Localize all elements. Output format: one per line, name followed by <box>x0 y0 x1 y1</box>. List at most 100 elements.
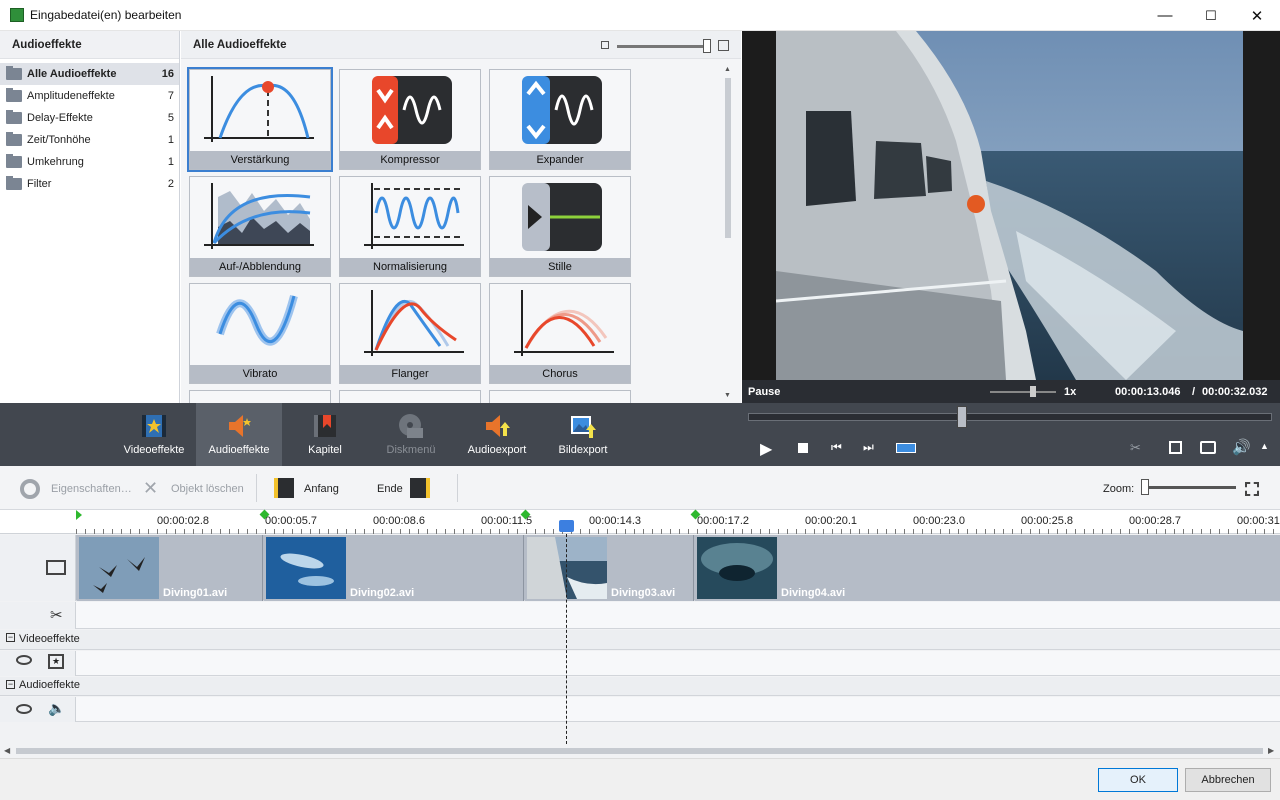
scissors-icon: ✂ <box>50 607 63 624</box>
properties-button[interactable]: Eigenschaften… <box>51 483 132 495</box>
effects-scrollbar[interactable]: ▲ ▼ <box>723 66 733 402</box>
small-size-icon[interactable] <box>601 41 609 49</box>
video-effects-button[interactable]: Videoeffekte <box>112 403 196 466</box>
video-effects-group[interactable]: − Videoeffekte <box>0 630 1280 650</box>
stop-icon[interactable] <box>798 443 808 453</box>
fullscreen-icon[interactable] <box>1169 441 1182 454</box>
effect-tile-normalize[interactable]: Normalisierung <box>339 176 481 277</box>
audio-effects-icon <box>225 412 253 440</box>
speed-slider[interactable] <box>990 391 1056 393</box>
category-item-all[interactable]: Alle Audioeffekte 16 <box>0 63 179 85</box>
audio-export-button[interactable]: Audioexport <box>454 403 540 466</box>
audio-effects-button[interactable]: Audioeffekte <box>196 403 282 466</box>
time-separator: / <box>1192 386 1196 398</box>
timeline-scrollbar[interactable] <box>16 748 1263 754</box>
scroll-left-icon[interactable]: ◀ <box>4 746 10 755</box>
folder-icon <box>6 132 22 146</box>
fit-zoom-icon[interactable] <box>1245 482 1259 496</box>
folder-icon <box>6 88 22 102</box>
volume-menu-icon[interactable]: ▲ <box>1260 441 1269 451</box>
playhead-handle[interactable] <box>559 520 574 532</box>
category-item-amplitude[interactable]: Amplitudeneffekte 7 <box>0 85 179 107</box>
eye-icon[interactable] <box>16 704 32 714</box>
effect-tile-partial[interactable] <box>339 390 481 403</box>
effect-tile-kompressor[interactable]: Kompressor <box>339 69 481 170</box>
zoom-slider-thumb[interactable] <box>1141 479 1149 495</box>
current-time: 00:00:13.046 <box>1115 386 1181 398</box>
end-button[interactable]: Ende <box>377 483 403 495</box>
normalize-icon <box>364 183 464 249</box>
ok-button[interactable]: OK <box>1098 768 1178 792</box>
category-count: 2 <box>167 178 174 190</box>
play-icon[interactable]: ▶ <box>760 439 772 459</box>
image-export-icon <box>569 412 597 440</box>
tile-size-slider-thumb[interactable] <box>703 39 711 53</box>
category-item-delay[interactable]: Delay-Effekte 5 <box>0 107 179 129</box>
preview-seek-bar[interactable] <box>748 413 1272 421</box>
clip-name: Diving04.avi <box>781 587 846 599</box>
effect-tile-fade[interactable]: Auf-/Abblendung <box>189 176 331 277</box>
category-label: Alle Audioeffekte <box>27 68 117 80</box>
compressor-icon <box>372 76 452 144</box>
chorus-icon <box>514 290 614 356</box>
large-size-icon[interactable] <box>718 40 729 51</box>
audio-fx-icon: 🔈 <box>48 700 66 716</box>
loop-icon[interactable] <box>896 443 916 453</box>
snapshot-icon[interactable] <box>1200 441 1216 454</box>
minimize-button[interactable]: — <box>1142 0 1188 31</box>
clip-diving01[interactable]: Diving01.avi <box>77 535 263 601</box>
scroll-down-icon[interactable]: ▼ <box>724 392 731 399</box>
flanger-icon <box>364 290 464 356</box>
effect-tile-flanger[interactable]: Flanger <box>339 283 481 384</box>
maximize-button[interactable]: ☐ <box>1188 0 1234 31</box>
category-item-filter[interactable]: Filter 2 <box>0 173 179 195</box>
scroll-thumb[interactable] <box>725 78 731 238</box>
scroll-up-icon[interactable]: ▲ <box>724 66 731 73</box>
seek-bar-thumb[interactable] <box>957 406 967 428</box>
previous-frame-icon[interactable]: ⏮ <box>831 440 842 455</box>
effect-tile-partial[interactable] <box>489 390 631 403</box>
video-effects-group-label: Videoeffekte <box>19 633 80 645</box>
volume-icon[interactable]: 🔊 <box>1232 438 1251 456</box>
cancel-button[interactable]: Abbrechen <box>1185 768 1271 792</box>
delete-object-button[interactable]: Objekt löschen <box>171 483 244 495</box>
toolbar-label: Bildexport <box>558 444 608 456</box>
timeline-ruler[interactable]: 00:00:02.8 00:00:05.7 00:00:08.6 00:00:1… <box>0 509 1280 534</box>
start-button[interactable]: Anfang <box>304 483 339 495</box>
collapse-icon[interactable]: − <box>6 633 15 642</box>
clip-diving04[interactable]: Diving04.avi <box>695 535 1280 601</box>
effect-label: Kompressor <box>340 151 480 169</box>
audio-effects-group[interactable]: − Audioeffekte <box>0 677 1280 696</box>
clip-thumbnail <box>697 537 777 599</box>
next-frame-icon[interactable]: ⏭ <box>863 440 874 455</box>
image-export-button[interactable]: Bildexport <box>540 403 626 466</box>
collapse-icon[interactable]: − <box>6 680 15 689</box>
category-count: 16 <box>161 68 174 80</box>
effect-tile-verstaerkung[interactable]: Verstärkung <box>187 67 333 172</box>
effect-tile-chorus[interactable]: Chorus <box>489 283 631 384</box>
effect-tile-vibrato[interactable]: Vibrato <box>189 283 331 384</box>
speed-slider-thumb[interactable] <box>1030 386 1036 397</box>
clip-diving02[interactable]: Diving02.avi <box>264 535 524 601</box>
disc-menu-button[interactable]: Diskmenü <box>368 403 454 466</box>
category-item-time-pitch[interactable]: Zeit/Tonhöhe 1 <box>0 129 179 151</box>
clip-diving03[interactable]: Diving03.avi <box>525 535 694 601</box>
scroll-right-icon[interactable]: ▶ <box>1268 746 1274 755</box>
tile-size-slider[interactable] <box>617 45 707 48</box>
category-count: 7 <box>167 90 174 102</box>
zoom-label: Zoom: <box>1103 483 1135 495</box>
close-button[interactable]: ✕ <box>1234 0 1280 31</box>
chapters-button[interactable]: Kapitel <box>282 403 368 466</box>
audio-export-icon <box>483 412 511 440</box>
effect-tile-partial[interactable] <box>189 390 331 403</box>
effect-tile-expander[interactable]: Expander <box>489 69 631 170</box>
effect-tile-silence[interactable]: Stille <box>489 176 631 277</box>
fade-icon <box>204 183 314 249</box>
eye-icon[interactable] <box>16 655 32 665</box>
ruler-label: 00:00:25.8 <box>1021 515 1073 527</box>
category-item-reverse[interactable]: Umkehrung 1 <box>0 151 179 173</box>
cut-icon[interactable]: ✂ <box>1130 440 1141 456</box>
timeline: 00:00:02.8 00:00:05.7 00:00:08.6 00:00:1… <box>0 509 1280 758</box>
zoom-slider[interactable] <box>1144 486 1236 489</box>
category-label: Umkehrung <box>27 156 84 168</box>
